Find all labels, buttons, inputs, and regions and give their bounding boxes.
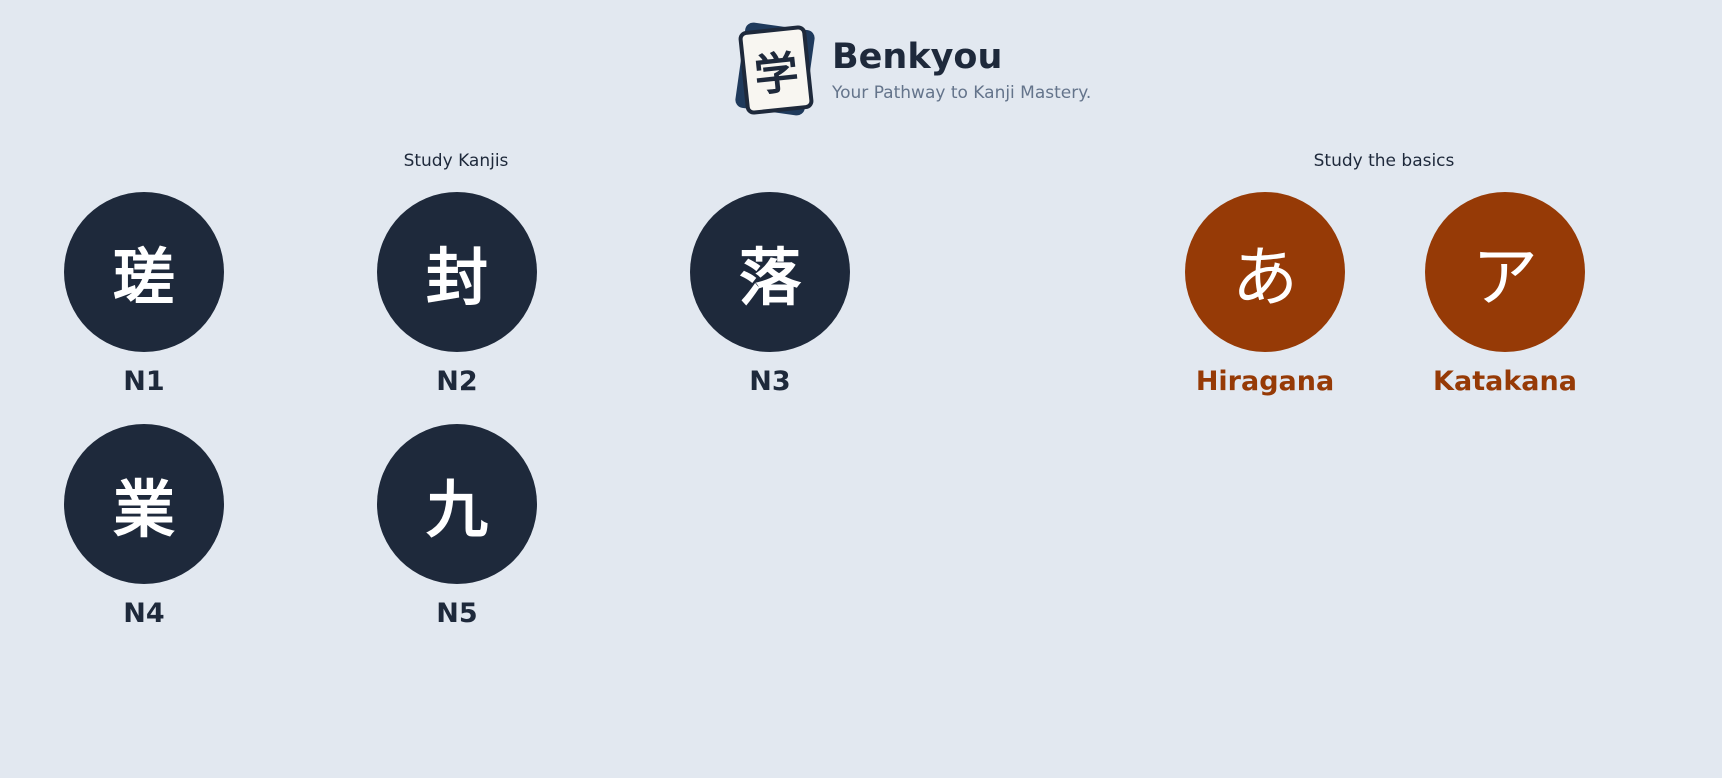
app-header: 学 Benkyou Your Pathway to Kanji Mastery. <box>734 18 1091 122</box>
basics-circle[interactable]: ア <box>1425 192 1585 352</box>
kanji-level-label[interactable]: N2 <box>436 366 477 397</box>
brand: Benkyou Your Pathway to Kanji Mastery. <box>832 37 1091 103</box>
kanji-level-n1[interactable]: 瑳 N1 <box>64 192 224 397</box>
basics-katakana[interactable]: ア Katakana <box>1425 192 1585 397</box>
kanji-level-n3[interactable]: 落 N3 <box>690 192 850 397</box>
kanji-level-label[interactable]: N3 <box>749 366 790 397</box>
basics-hiragana[interactable]: あ Hiragana <box>1185 192 1345 397</box>
kanji-circle[interactable]: 封 <box>377 192 537 352</box>
section-label-basics: Study the basics <box>1313 151 1455 171</box>
section-label-kanji: Study Kanjis <box>403 151 509 171</box>
logo-card-front: 学 <box>737 24 815 116</box>
kanji-level-n2[interactable]: 封 N2 <box>377 192 537 397</box>
kanji-level-n4[interactable]: 業 N4 <box>64 424 224 629</box>
app-title[interactable]: Benkyou <box>832 37 1091 77</box>
kanji-circle[interactable]: 瑳 <box>64 192 224 352</box>
kanji-level-n5[interactable]: 九 N5 <box>377 424 537 629</box>
kanji-circle[interactable]: 九 <box>377 424 537 584</box>
basics-label[interactable]: Hiragana <box>1196 366 1334 397</box>
kanji-level-label[interactable]: N4 <box>123 598 164 629</box>
kanji-circle[interactable]: 業 <box>64 424 224 584</box>
kanji-level-label[interactable]: N5 <box>436 598 477 629</box>
basics-label[interactable]: Katakana <box>1433 366 1577 397</box>
logo-icon[interactable]: 学 <box>734 20 822 120</box>
kanji-circle[interactable]: 落 <box>690 192 850 352</box>
kanji-level-label[interactable]: N1 <box>123 366 164 397</box>
app-tagline: Your Pathway to Kanji Mastery. <box>832 83 1092 103</box>
basics-circle[interactable]: あ <box>1185 192 1345 352</box>
